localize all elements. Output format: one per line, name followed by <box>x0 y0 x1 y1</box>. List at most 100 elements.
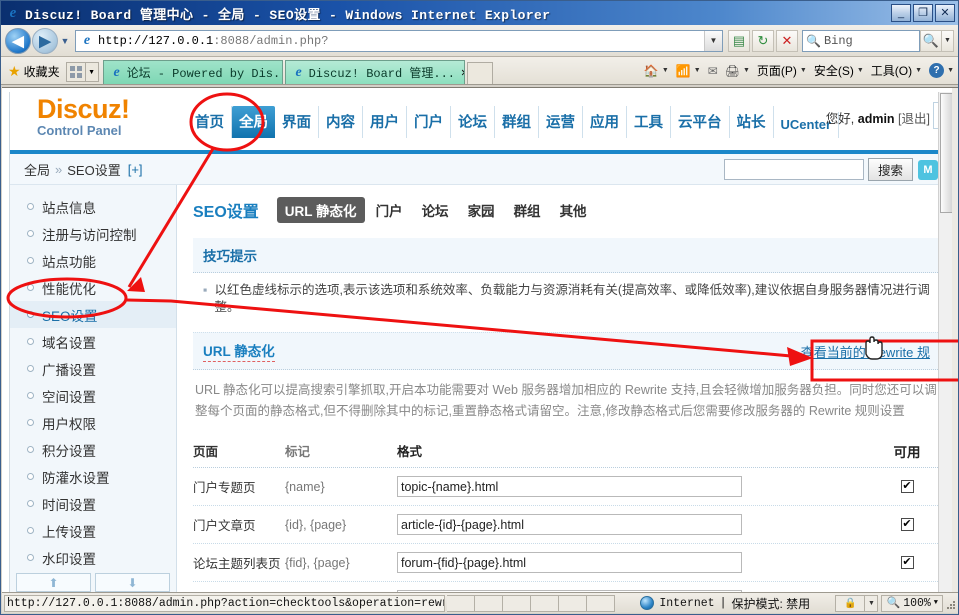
row-format-input[interactable] <box>397 476 742 497</box>
help-menu-button[interactable]: ? ▼ <box>929 63 954 78</box>
nav-item-tools[interactable]: 工具 <box>627 106 671 138</box>
mail-icon-button[interactable]: ✉ <box>708 64 718 78</box>
sidebar-item-performance[interactable]: 性能优化 <box>10 274 176 301</box>
nav-item-apps[interactable]: 应用 <box>583 106 627 138</box>
nav-item-group[interactable]: 群组 <box>495 106 539 138</box>
feeds-icon-button[interactable]: 📶 ▼ <box>676 64 701 78</box>
search-icon: 🔍 <box>806 33 821 48</box>
close-button[interactable]: ✕ <box>935 4 955 22</box>
tab-close-icon[interactable]: ✕ <box>461 65 464 80</box>
nav-item-webmaster[interactable]: 站长 <box>730 106 774 138</box>
page-title: SEO设置 <box>193 204 259 221</box>
sidebar-item-registration[interactable]: 注册与访问控制 <box>10 220 176 247</box>
sidebar-scroll-controls: ⬆ ⬇ <box>10 571 176 592</box>
table-header-row: 页面 标记 格式 可用 <box>193 434 950 468</box>
sidebar-item-credits[interactable]: 积分设置 <box>10 436 176 463</box>
tab-other[interactable]: 其他 <box>552 197 595 223</box>
sidebar-scroll-up-icon[interactable]: ⬆ <box>16 573 91 592</box>
refresh-icon[interactable]: ↻ <box>752 29 774 52</box>
nav-item-forum[interactable]: 论坛 <box>451 106 495 138</box>
sidebar-item-label: 站点功能 <box>42 254 96 270</box>
zoom-control[interactable]: 🔍 100% ▼ <box>881 594 943 612</box>
protected-mode-label: 保护模式: 禁用 <box>731 596 811 611</box>
view-rewrite-rules-link[interactable]: 查看当前的 Rewrite 规 <box>801 342 930 361</box>
lock-caret-icon[interactable]: ▼ <box>865 594 879 612</box>
page-menu-button[interactable]: 页面(P) ▼ <box>757 62 807 79</box>
tools-menu-button[interactable]: 工具(O) ▼ <box>871 62 922 79</box>
breadcrumb-expand-link[interactable]: [+] <box>128 162 143 177</box>
status-cell <box>587 594 615 612</box>
sidebar-item-domain[interactable]: 域名设置 <box>10 328 176 355</box>
favorites-button[interactable]: ★ 收藏夹 <box>6 58 66 84</box>
logout-link[interactable]: [退出] <box>898 112 930 126</box>
tab-url-static[interactable]: URL 静态化 <box>276 197 365 223</box>
row-enabled-checkbox[interactable]: ✔ <box>900 556 914 569</box>
print-icon-button[interactable]: 🖨 ▼ <box>725 64 750 78</box>
favorites-caret-icon[interactable]: ▼ <box>85 62 99 82</box>
nav-item-portal[interactable]: 门户 <box>407 106 451 138</box>
sidebar-item-label: SEO设置 <box>42 308 98 324</box>
browser-tab-2[interactable]: e Discuz! Board 管理... ✕ <box>284 60 465 84</box>
sidebar-item-broadcast[interactable]: 广播设置 <box>10 355 176 382</box>
stop-icon[interactable]: ✕ <box>776 29 798 52</box>
sidebar-item-upload[interactable]: 上传设置 <box>10 517 176 544</box>
tab-forum[interactable]: 论坛 <box>414 197 457 223</box>
tools-menu-label: 工具(O) <box>870 64 913 78</box>
favorites-bar-grid-icon[interactable] <box>65 62 86 82</box>
security-zone[interactable]: Internet | 保护模式: 禁用 <box>615 595 835 612</box>
back-button[interactable]: ◀ <box>5 27 31 54</box>
forward-button[interactable]: ▶ <box>32 27 58 54</box>
mobile-app-icon[interactable]: M <box>918 159 938 180</box>
safety-menu-button[interactable]: 安全(S) ▼ <box>814 62 864 79</box>
sidebar-item-permissions[interactable]: 用户权限 <box>10 409 176 436</box>
search-go-button[interactable]: 🔍 <box>920 29 942 52</box>
url-text: http://127.0.0.1:8088/admin.php? <box>98 34 704 48</box>
search-input[interactable] <box>723 159 864 180</box>
nav-item-cloud[interactable]: 云平台 <box>671 106 730 138</box>
sidebar-item-antispam[interactable]: 防灌水设置 <box>10 463 176 490</box>
zoom-caret-icon[interactable]: ▼ <box>934 599 938 607</box>
lock-icon[interactable]: 🔒 <box>835 594 866 612</box>
row-format-input[interactable] <box>397 552 742 573</box>
resize-grip-icon[interactable] <box>943 595 957 612</box>
sidebar-scroll-down-icon[interactable]: ⬇ <box>95 573 170 592</box>
table-row: 论坛主题内容页 {tid}, {page}, ✔ <box>193 582 950 592</box>
tab-home[interactable]: 家园 <box>460 197 503 223</box>
sidebar-item-site-info[interactable]: 站点信息 <box>10 193 176 220</box>
zoom-level: 100% <box>903 596 931 610</box>
sidebar-item-seo[interactable]: SEO设置 <box>10 301 176 328</box>
row-format-input[interactable] <box>397 514 742 535</box>
browser-tab-1[interactable]: e 论坛 - Powered by Dis... <box>102 60 283 84</box>
sidebar-item-space[interactable]: 空间设置 <box>10 382 176 409</box>
url-dropdown-caret-icon[interactable]: ▼ <box>704 30 722 51</box>
nav-item-global[interactable]: 全局 <box>232 106 275 138</box>
row-enabled-checkbox[interactable]: ✔ <box>900 518 914 531</box>
tab-favicon-icon: e <box>113 64 120 80</box>
compatibility-view-icon[interactable]: ▤ <box>728 29 750 52</box>
mail-icon: ✉ <box>707 63 718 78</box>
nav-item-interface[interactable]: 界面 <box>275 106 319 138</box>
home-icon-button[interactable]: 🏠 ▼ <box>644 64 669 78</box>
new-tab-button[interactable] <box>466 62 493 84</box>
history-dropdown-caret-icon[interactable]: ▼ <box>58 36 72 46</box>
row-enabled-checkbox[interactable]: ✔ <box>900 480 914 493</box>
url-bar[interactable]: e http://127.0.0.1:8088/admin.php? ▼ <box>75 29 723 52</box>
nav-item-users[interactable]: 用户 <box>363 106 407 138</box>
maximize-button[interactable]: ❐ <box>913 4 933 22</box>
breadcrumb-root[interactable]: 全局 <box>24 160 50 179</box>
sidebar-item-site-features[interactable]: 站点功能 <box>10 247 176 274</box>
browser-search-box[interactable]: 🔍 Bing <box>802 29 920 52</box>
minimize-button[interactable]: _ <box>891 4 911 22</box>
search-engine-caret-icon[interactable]: ▼ <box>942 29 954 52</box>
nav-item-home[interactable]: 首页 <box>188 106 232 138</box>
viewport-scrollbar[interactable] <box>952 88 958 593</box>
nav-item-content[interactable]: 内容 <box>319 106 363 138</box>
search-button[interactable]: 搜索 <box>867 158 913 181</box>
sidebar-item-watermark[interactable]: 水印设置 <box>10 544 176 571</box>
nav-item-operation[interactable]: 运营 <box>539 106 583 138</box>
page-favicon-icon: e <box>83 32 91 48</box>
tab-portal[interactable]: 门户 <box>368 197 411 223</box>
admin-main: SEO设置 URL 静态化 门户 论坛 家园 群组 其他 技巧提示 ▪ 以红色虚… <box>177 185 954 592</box>
sidebar-item-time[interactable]: 时间设置 <box>10 490 176 517</box>
tab-group[interactable]: 群组 <box>506 197 549 223</box>
